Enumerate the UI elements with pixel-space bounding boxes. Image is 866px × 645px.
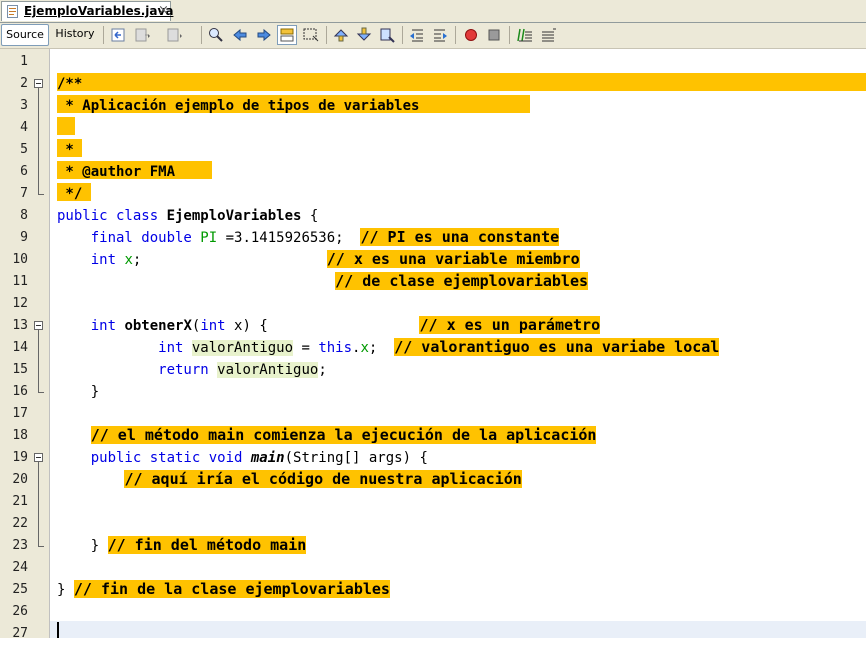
code-line: }	[57, 384, 100, 400]
line-number: 24	[12, 560, 28, 575]
line-number: 11	[12, 274, 28, 289]
toolbar-separator	[103, 26, 104, 44]
fold-guide	[38, 546, 44, 547]
history-button[interactable]: History	[51, 24, 99, 46]
close-icon[interactable]: ×	[158, 3, 169, 19]
comment-highlight	[57, 117, 75, 135]
line-number: 15	[12, 362, 28, 377]
toolbar-separator	[201, 26, 202, 44]
code-line: } // fin de la clase ejemplovariables	[57, 580, 390, 598]
code-line: // de clase ejemplovariables	[335, 272, 589, 290]
fold-guide	[38, 194, 44, 195]
shift-right-icon[interactable]	[431, 26, 449, 44]
code-line: // el método main comienza la ejecución …	[90, 426, 597, 444]
code-line: return valorAntiguo;	[57, 362, 327, 378]
code-line: public class EjemploVariables {	[57, 208, 319, 224]
code-line: // aquí iría el código de nuestra aplica…	[124, 470, 522, 488]
line-number: 7	[20, 186, 28, 201]
line-number: 10	[12, 252, 28, 267]
comment-highlight	[57, 73, 866, 91]
code-line: int x; // x es una variable miembro	[57, 250, 580, 268]
line-number: 8	[20, 208, 28, 223]
code-line: */	[57, 186, 83, 202]
toolbar-separator	[455, 26, 456, 44]
code-line: * @author FMA	[57, 164, 176, 180]
toolbar-separator	[326, 26, 327, 44]
line-number: 5	[20, 142, 28, 157]
line-number: 22	[12, 516, 28, 531]
next-bookmark-icon[interactable]	[355, 26, 373, 44]
toggle-highlight-icon[interactable]	[277, 25, 297, 45]
line-number: 17	[12, 406, 28, 421]
uncomment-icon[interactable]	[539, 26, 557, 44]
fold-guide	[38, 392, 44, 393]
line-number: 25	[12, 582, 28, 597]
line-number: 20	[12, 472, 28, 487]
line-number: 4	[20, 120, 28, 135]
code-line: final double PI =3.1415926536; // PI es …	[57, 228, 560, 246]
toolbar-separator	[509, 26, 510, 44]
code-line: } // fin del método main	[57, 536, 307, 554]
code-line: *	[57, 142, 74, 158]
nav-back-icon[interactable]	[134, 26, 152, 44]
prev-bookmark-icon[interactable]	[332, 26, 350, 44]
text-cursor	[57, 622, 59, 638]
editor-toolbar: Source History	[0, 23, 866, 49]
fold-toggle-icon[interactable]	[34, 79, 43, 88]
find-previous-icon[interactable]	[231, 26, 249, 44]
toggle-bookmark-icon[interactable]	[378, 26, 396, 44]
tab-title: EjemploVariables.java	[24, 4, 174, 18]
shift-left-icon[interactable]	[408, 26, 426, 44]
find-next-icon[interactable]	[255, 26, 273, 44]
line-number: 6	[20, 164, 28, 179]
code-line: int valorAntiguo = this.x; // valorantig…	[57, 338, 720, 356]
line-number: 19	[12, 450, 28, 465]
source-button[interactable]: Source	[1, 24, 49, 46]
editor-tab[interactable]: EjemploVariables.java ×	[1, 1, 174, 21]
find-icon[interactable]	[207, 26, 225, 44]
line-number: 16	[12, 384, 28, 399]
fold-guide	[38, 330, 39, 392]
code-area[interactable]: /** * Aplicación ejemplo de tipos de var…	[50, 49, 866, 638]
nav-forward-icon[interactable]	[166, 26, 184, 44]
line-number: 12	[12, 296, 28, 311]
code-line: public static void main(String[] args) {	[57, 450, 428, 466]
line-number: 9	[20, 230, 28, 245]
fold-toggle-icon[interactable]	[34, 453, 43, 462]
stop-macro-icon[interactable]	[485, 26, 503, 44]
line-number: 2	[20, 76, 28, 91]
code-editor[interactable]: 1 2 3 4 5 6 7 8 9 10 11 12 13 14 15 16 1…	[0, 49, 866, 641]
line-number: 14	[12, 340, 28, 355]
comment-icon[interactable]	[516, 26, 534, 44]
current-line-highlight	[50, 621, 866, 638]
line-number: 13	[12, 318, 28, 333]
fold-toggle-icon[interactable]	[34, 321, 43, 330]
start-macro-icon[interactable]	[462, 26, 480, 44]
line-number-gutter: 1 2 3 4 5 6 7 8 9 10 11 12 13 14 15 16 1…	[0, 49, 50, 641]
line-number: 26	[12, 604, 28, 619]
code-line: int obtenerX(int x) { // x es un parámet…	[57, 316, 601, 334]
toolbar-separator	[402, 26, 403, 44]
line-number: 1	[20, 54, 28, 69]
editor-tab-bar: EjemploVariables.java ×	[0, 0, 866, 23]
line-number: 3	[20, 98, 28, 113]
fold-guide	[38, 88, 39, 194]
code-line: * Aplicación ejemplo de tipos de variabl…	[57, 98, 420, 114]
line-number: 27	[12, 626, 28, 641]
line-number: 23	[12, 538, 28, 553]
back-icon[interactable]	[110, 26, 128, 44]
fold-guide	[38, 462, 39, 546]
code-line: /**	[57, 76, 83, 92]
rectangle-select-icon[interactable]	[302, 26, 320, 44]
line-number: 21	[12, 494, 28, 509]
java-file-icon	[7, 5, 18, 18]
line-number: 18	[12, 428, 28, 443]
